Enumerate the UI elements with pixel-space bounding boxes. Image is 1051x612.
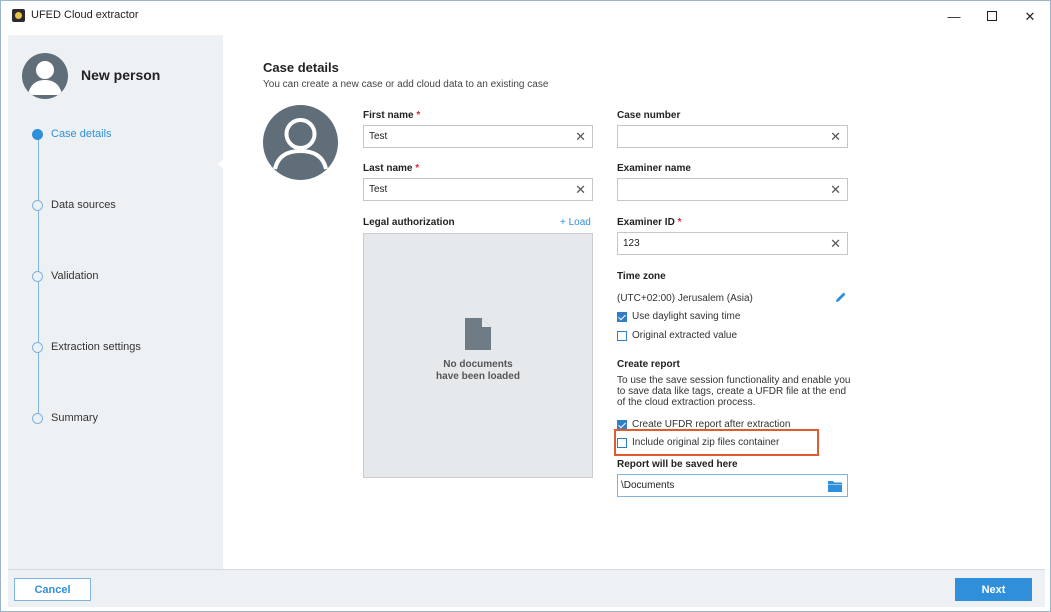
window-title: UFED Cloud extractor (31, 9, 139, 21)
documents-drop-area[interactable]: No documents have been loaded (363, 233, 593, 478)
no-documents-line1: No documents (443, 359, 513, 370)
clear-icon[interactable]: ✕ (830, 236, 841, 251)
close-button[interactable]: ✕ (1011, 1, 1049, 32)
person-name: New person (81, 67, 161, 83)
case-number-field: ✕ (617, 125, 848, 148)
last-name-label-text: Last name (363, 163, 413, 174)
use-dst-label: Use daylight saving time (632, 311, 741, 322)
first-name-field: ✕ (363, 125, 593, 148)
create-report-description: To use the save session functionality an… (617, 375, 851, 408)
step-label: Validation (51, 270, 99, 282)
step-label: Extraction settings (51, 341, 141, 353)
case-number-label: Case number (617, 110, 681, 121)
clear-icon[interactable]: ✕ (830, 129, 841, 144)
time-zone-value: (UTC+02:00) Jerusalem (Asia) (617, 293, 753, 304)
step-label: Summary (51, 412, 99, 424)
save-location-input[interactable] (618, 475, 847, 496)
minimize-button[interactable]: — (935, 1, 973, 32)
examiner-name-field: ✕ (617, 178, 848, 201)
next-button[interactable]: Next (955, 578, 1032, 601)
save-location-label: Report will be saved here (617, 459, 738, 470)
sidebar: New person Case details Data sources Val… (8, 35, 230, 569)
original-value-label: Original extracted value (632, 330, 738, 341)
examiner-id-field: ✕ (617, 232, 848, 255)
highlight-box (614, 429, 819, 456)
case-number-input[interactable] (618, 126, 847, 147)
load-document-link[interactable]: + Load (560, 217, 591, 228)
clear-icon[interactable]: ✕ (575, 129, 586, 144)
footer-bar: Cancel Next (8, 569, 1045, 607)
required-marker: * (677, 217, 682, 228)
title-bar: UFED Cloud extractor — ✕ (1, 1, 1050, 32)
first-name-input[interactable] (364, 126, 592, 147)
maximize-button[interactable] (973, 1, 1011, 32)
no-documents-message: No documents have been loaded (364, 359, 592, 383)
examiner-name-label: Examiner name (617, 163, 691, 174)
clear-icon[interactable]: ✕ (830, 182, 841, 197)
clear-icon[interactable]: ✕ (575, 182, 586, 197)
document-icon (465, 318, 491, 353)
step-label: Data sources (51, 199, 116, 211)
page-title: Case details (263, 60, 339, 75)
required-marker: * (415, 163, 420, 174)
last-name-field: ✕ (363, 178, 593, 201)
person-photo-icon[interactable] (263, 105, 338, 180)
save-location-field (617, 474, 848, 497)
first-name-label-text: First name (363, 110, 414, 121)
active-step-pointer (218, 154, 230, 174)
examiner-name-input[interactable] (618, 179, 847, 200)
pencil-icon[interactable] (835, 291, 847, 306)
examiner-id-label-text: Examiner ID (617, 217, 675, 228)
create-report-label: Create report (617, 359, 680, 370)
required-marker: * (416, 110, 421, 121)
step-indicator (32, 271, 43, 282)
folder-icon[interactable] (828, 480, 842, 495)
step-indicator (32, 129, 43, 140)
last-name-input[interactable] (364, 179, 592, 200)
last-name-label: Last name * (363, 163, 419, 174)
examiner-id-label: Examiner ID * (617, 217, 682, 228)
no-documents-line2: have been loaded (436, 371, 520, 382)
maximize-icon (987, 11, 997, 22)
cancel-button[interactable]: Cancel (14, 578, 91, 601)
original-value-checkbox[interactable] (617, 331, 627, 341)
time-zone-label: Time zone (617, 271, 666, 282)
examiner-id-input[interactable] (618, 233, 847, 254)
step-indicator (32, 413, 43, 424)
step-indicator (32, 342, 43, 353)
page-subtitle: You can create a new case or add cloud d… (263, 79, 549, 90)
use-dst-checkbox[interactable] (617, 312, 627, 322)
person-avatar-icon (22, 53, 68, 99)
first-name-label: First name * (363, 110, 420, 121)
legal-authorization-label: Legal authorization (363, 217, 455, 228)
step-label: Case details (51, 128, 112, 140)
app-window: UFED Cloud extractor — ✕ New person Case… (0, 0, 1051, 612)
app-icon (12, 9, 25, 22)
step-indicator (32, 200, 43, 211)
